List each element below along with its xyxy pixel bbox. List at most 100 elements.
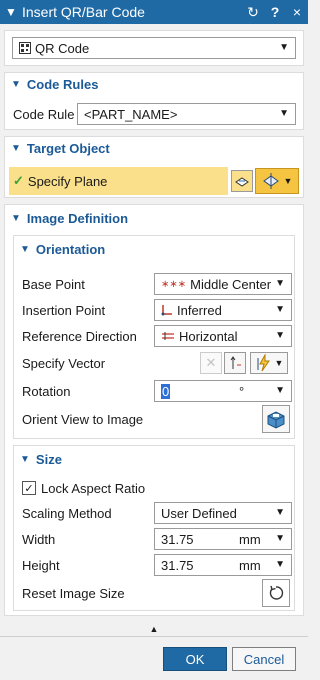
width-unit: mm [239,531,261,547]
collapse-dialog-icon[interactable]: ▼ [0,5,22,19]
chevron-down-icon: ▼ [275,507,285,518]
chevron-down-icon: ▼ [283,176,293,186]
code-rule-value: <PART_NAME> [84,106,178,122]
rotation-input[interactable]: 0 ° ▼ [154,380,292,402]
caret-down-icon: ▼ [20,453,30,465]
reference-direction-label: Reference Direction [22,328,137,344]
lock-aspect-label: Lock Aspect Ratio [41,480,146,496]
reset-size-row: Reset Image Size [22,581,125,605]
x-icon: ✕ [205,355,217,370]
plane-inferred-icon [262,173,279,189]
reset-icon[interactable]: ↻ [242,4,264,21]
height-unit: mm [239,557,261,573]
lock-aspect-row[interactable]: ✓ Lock Aspect Ratio [22,476,145,500]
check-icon: ✓ [13,173,24,188]
image-definition-section: ▼ Image Definition ▼ Orientation Base Po… [4,204,304,616]
reference-direction-select[interactable]: Horizontal ▼ [154,325,292,347]
insertion-point-value: Inferred [177,302,222,318]
orient-view-row: Orient View to Image [22,407,143,431]
width-label: Width [22,531,56,547]
rotation-row: Rotation [22,379,70,403]
chevron-down-icon: ▼ [275,304,285,315]
reference-direction-row: Reference Direction [22,324,137,348]
target-object-header-label: Target Object [26,140,110,156]
orientation-header[interactable]: ▼ Orientation [14,236,294,262]
scaling-method-label: Scaling Method [22,505,112,521]
inferred-vector-icon [257,354,270,372]
inferred-point-icon [161,304,173,316]
title-bar: ▼ Insert QR/Bar Code ↻ ? × [0,0,308,24]
image-definition-header-label: Image Definition [26,210,129,226]
close-icon[interactable]: × [286,4,308,20]
caret-down-icon: ▼ [11,212,21,224]
chevron-down-icon: ▼ [275,330,285,341]
orient-view-label: Orient View to Image [22,411,144,427]
code-rule-row: Code Rule [13,102,74,126]
base-point-select[interactable]: ∗∗∗ Middle Center ▼ [154,273,292,295]
more-options-icon[interactable]: ▲ [0,624,308,634]
chevron-down-icon: ▼ [279,42,289,53]
base-point-value: Middle Center [190,276,272,292]
reset-size-label: Reset Image Size [22,585,125,601]
rotation-unit: ° [239,383,245,399]
caret-down-icon: ▼ [11,78,21,90]
rotation-value: 0 [161,383,171,399]
size-header[interactable]: ▼ Size [14,446,294,472]
size-header-label: Size [35,451,62,467]
insertion-point-select[interactable]: Inferred ▼ [154,299,292,321]
type-select[interactable]: QR Code ▼ [12,37,296,59]
code-rules-section: ▼ Code Rules Code Rule <PART_NAME> ▼ [4,72,304,130]
plane-type-button[interactable]: ▼ [255,168,299,194]
code-rule-label: Code Rule [13,106,75,122]
reset-size-button[interactable] [262,579,290,607]
cancel-button-label: Cancel [243,651,285,667]
type-select-value: QR Code [35,40,90,56]
orientation-header-label: Orientation [35,241,106,257]
specify-plane-row[interactable]: ✓ Specify Plane [9,167,228,195]
plane-dialog-icon [235,177,249,187]
scaling-method-row: Scaling Method [22,501,112,525]
vector-dialog-icon [230,356,241,369]
height-input[interactable]: 31.75 mm ▼ [154,554,292,576]
width-value: 31.75 [161,531,194,547]
insertion-point-label: Insertion Point [22,302,106,318]
width-input[interactable]: 31.75 mm ▼ [154,528,292,550]
vector-dialog-button[interactable] [224,352,246,374]
caret-down-icon: ▼ [20,243,30,255]
vector-clear-button[interactable]: ✕ [200,352,222,374]
insertion-point-row: Insertion Point [22,298,105,322]
cancel-button[interactable]: Cancel [232,647,296,671]
orient-view-button[interactable] [262,405,290,433]
footer-divider [0,636,308,637]
height-label: Height [22,557,60,573]
ok-button[interactable]: OK [163,647,227,671]
specify-vector-row: Specify Vector [22,351,105,375]
image-definition-header[interactable]: ▼ Image Definition [5,205,303,231]
scaling-method-select[interactable]: User Defined ▼ [154,502,292,524]
reference-direction-value: Horizontal [179,328,238,344]
vector-type-button[interactable]: ▼ [250,352,288,374]
specify-vector-label: Specify Vector [22,355,106,371]
size-group: ▼ Size ✓ Lock Aspect Ratio Scaling Metho… [13,445,295,611]
chevron-down-icon: ▼ [275,385,285,396]
window-title: Insert QR/Bar Code [22,4,145,20]
horizontal-direction-icon [161,330,175,342]
height-row: Height [22,553,60,577]
qr-code-icon [19,42,31,54]
orient-view-icon [267,411,285,429]
code-rule-select[interactable]: <PART_NAME> ▼ [77,103,296,125]
chevron-down-icon: ▼ [275,559,285,570]
code-rules-header[interactable]: ▼ Code Rules [5,73,303,95]
width-row: Width [22,527,55,551]
plane-dialog-button[interactable] [231,170,253,192]
lock-aspect-checkbox[interactable]: ✓ [22,481,36,495]
chevron-down-icon: ▼ [275,533,285,544]
help-icon[interactable]: ? [264,4,286,20]
chevron-down-icon: ▼ [274,358,284,368]
type-panel: QR Code ▼ [4,30,304,66]
target-object-header[interactable]: ▼ Target Object [5,137,303,159]
caret-down-icon: ▼ [11,142,21,154]
middle-center-icon: ∗∗∗ [161,278,187,290]
ok-button-label: OK [185,651,205,667]
code-rules-header-label: Code Rules [26,76,99,92]
